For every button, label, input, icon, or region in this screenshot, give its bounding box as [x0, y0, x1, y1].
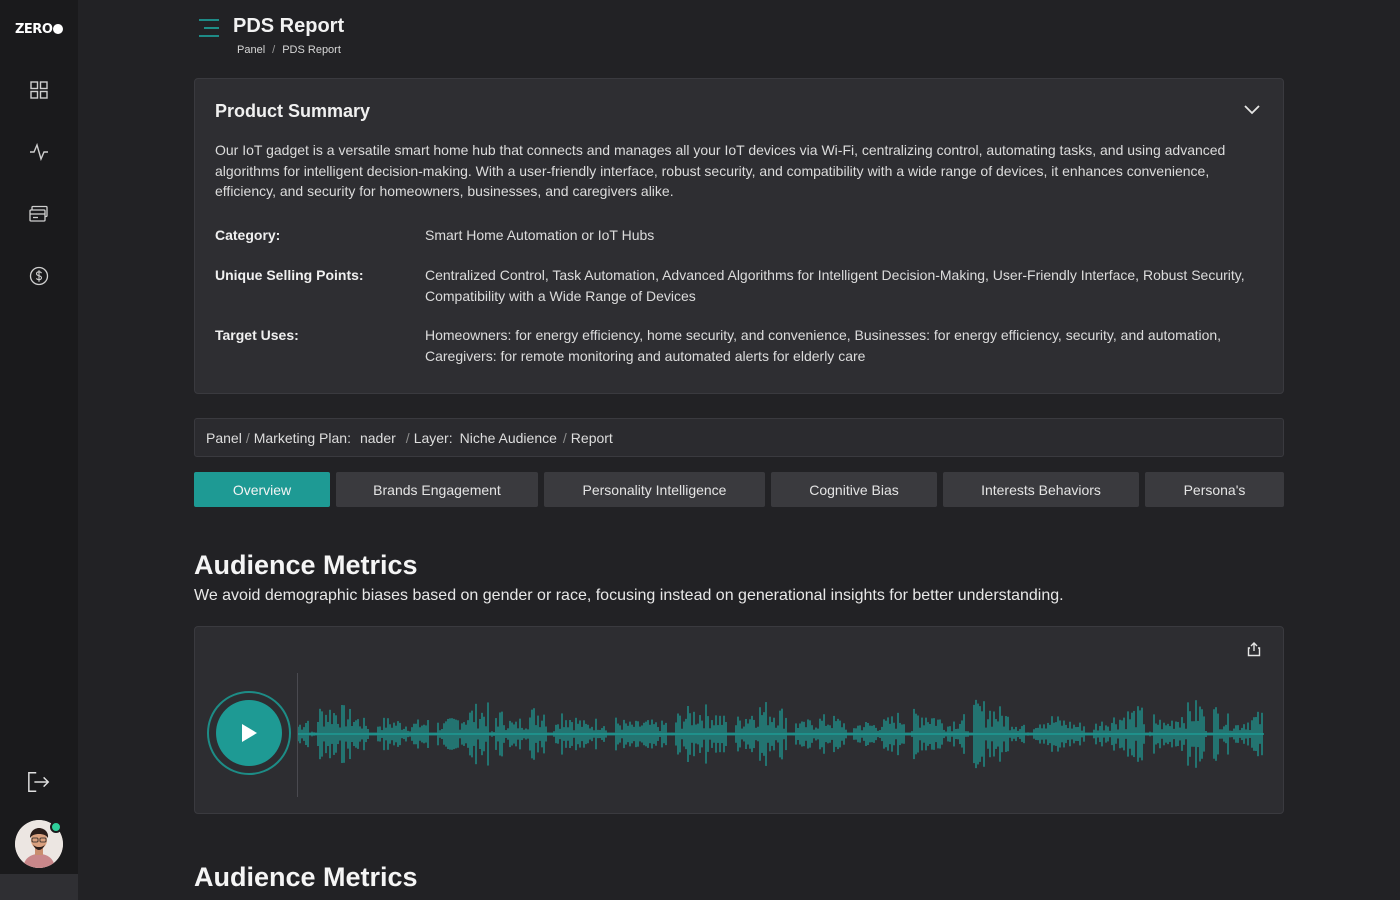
- logo-badge: [53, 24, 63, 34]
- audio-player: [194, 626, 1284, 814]
- audience-metrics-title: Audience Metrics: [194, 550, 418, 580]
- path-layer-label: Layer:: [413, 429, 453, 446]
- report-path-bar: Panel / Marketing Plan: nader / Layer: N…: [194, 418, 1284, 457]
- path-marketing-value[interactable]: nader: [360, 430, 396, 446]
- tab-personality-intelligence[interactable]: Personality Intelligence: [544, 472, 765, 507]
- breadcrumb-panel[interactable]: Panel: [237, 44, 265, 56]
- logout-icon[interactable]: [27, 770, 51, 794]
- audience-metrics-subtitle: We avoid demographic biases based on gen…: [194, 587, 1064, 604]
- play-icon: [242, 724, 257, 742]
- share-icon[interactable]: [1247, 641, 1263, 659]
- dashboard-grid-icon[interactable]: [27, 78, 51, 102]
- dollar-coin-icon[interactable]: [27, 264, 51, 288]
- online-status-dot: [50, 821, 62, 833]
- path-separator: /: [562, 429, 567, 446]
- path-layer-value[interactable]: Niche Audience: [460, 430, 557, 446]
- tab-overview[interactable]: Overview: [194, 472, 330, 507]
- play-button[interactable]: [216, 700, 282, 766]
- usp-value: Centralized Control, Task Automation, Ad…: [425, 267, 1245, 304]
- audio-waveform[interactable]: [298, 697, 1264, 771]
- activity-pulse-icon[interactable]: [27, 140, 51, 164]
- tab-interests-behaviors[interactable]: Interests Behaviors: [943, 472, 1139, 507]
- tab-brands-engagement[interactable]: Brands Engagement: [336, 472, 538, 507]
- play-button-ring: [207, 691, 291, 775]
- breadcrumb-separator: /: [272, 44, 276, 56]
- target-uses-value: Homeowners: for energy efficiency, home …: [425, 327, 1222, 364]
- product-summary-card: Product Summary Our IoT gadget is a vers…: [194, 78, 1284, 394]
- page-title: PDS Report: [233, 15, 345, 37]
- report-tabs: Overview Brands Engagement Personality I…: [194, 472, 1284, 507]
- path-separator: /: [405, 429, 410, 446]
- menu-toggle-icon[interactable]: [198, 18, 220, 38]
- tab-personas[interactable]: Persona's: [1145, 472, 1284, 507]
- tab-cognitive-bias[interactable]: Cognitive Bias: [771, 472, 937, 507]
- audience-metrics-title-2: Audience Metrics: [194, 862, 418, 892]
- path-marketing-label: Marketing Plan:: [253, 429, 351, 446]
- breadcrumb-current: PDS Report: [282, 44, 341, 56]
- billing-cards-icon[interactable]: [27, 202, 51, 226]
- product-description: Our IoT gadget is a versatile smart home…: [215, 142, 1226, 199]
- logo-text: ZERO: [15, 21, 53, 37]
- sidebar-footer: [0, 874, 78, 900]
- chevron-down-icon[interactable]: [1243, 103, 1261, 117]
- path-report: Report: [570, 429, 613, 446]
- usp-label: Unique Selling Points:: [215, 267, 364, 283]
- sidebar: ZERO: [0, 0, 78, 900]
- target-uses-label: Target Uses:: [215, 327, 299, 343]
- product-summary-title: Product Summary: [215, 101, 371, 121]
- path-separator: /: [245, 429, 250, 446]
- path-panel[interactable]: Panel: [206, 430, 242, 446]
- breadcrumb: Panel / PDS Report: [237, 44, 341, 56]
- logo[interactable]: ZERO: [15, 20, 63, 38]
- category-label: Category:: [215, 227, 281, 243]
- category-value: Smart Home Automation or IoT Hubs: [425, 227, 655, 243]
